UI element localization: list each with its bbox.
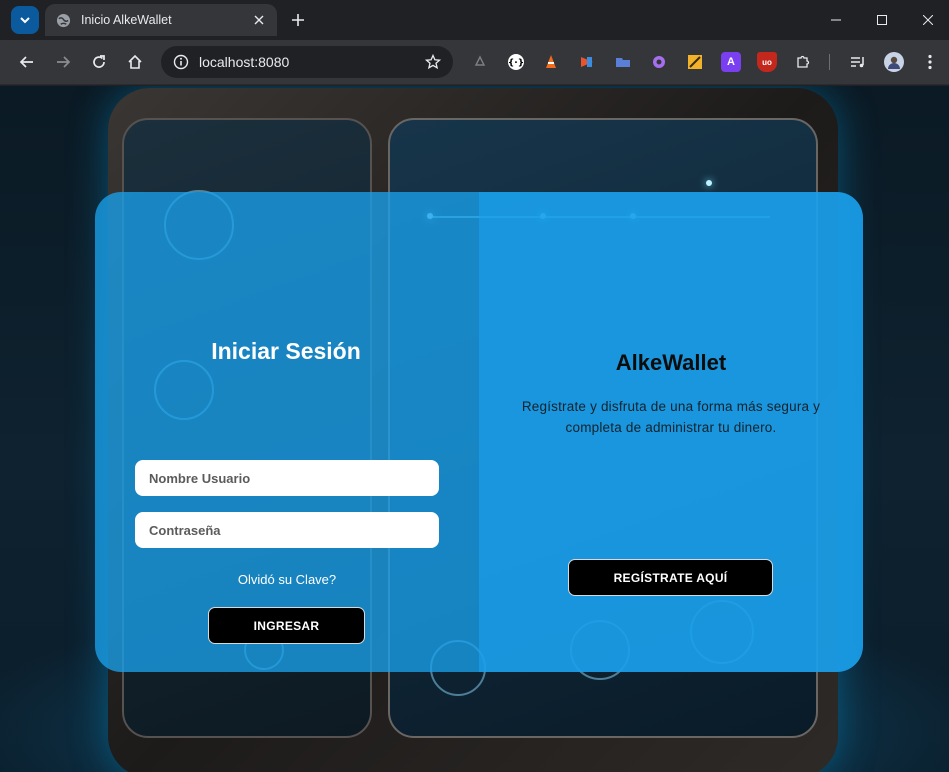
kebab-menu-icon[interactable]: [920, 52, 940, 72]
recycle-extension-icon[interactable]: [470, 52, 490, 72]
login-title: Iniciar Sesión: [211, 338, 361, 364]
arrow-right-icon: [57, 56, 71, 68]
page-viewport: Iniciar Sesión Olvidó su Clave? INGRESAR…: [0, 86, 949, 772]
ublock-extension-icon[interactable]: uo: [757, 52, 777, 72]
home-button[interactable]: [121, 48, 149, 76]
globe-icon: [55, 12, 71, 28]
login-panel: [95, 192, 479, 672]
minimize-icon: [831, 19, 841, 21]
arrow-left-icon: [19, 56, 33, 68]
login-button[interactable]: INGRESAR: [208, 607, 365, 644]
brand-title: AlkeWallet: [615, 350, 727, 375]
password-input[interactable]: [135, 512, 439, 548]
gear-extension-icon[interactable]: [649, 52, 669, 72]
pencil-extension-icon[interactable]: [685, 52, 705, 72]
username-input[interactable]: [135, 460, 439, 496]
a-extension-icon[interactable]: A: [721, 52, 741, 72]
puzzle-icon[interactable]: [793, 52, 813, 72]
forward-button[interactable]: [49, 48, 77, 76]
maximize-icon: [877, 15, 887, 25]
close-window-button[interactable]: [914, 6, 942, 34]
media-queue-icon[interactable]: [848, 52, 868, 72]
tab-strip: Inicio AlkeWallet: [0, 0, 949, 40]
browser-tab[interactable]: Inicio AlkeWallet: [45, 4, 277, 36]
folder-extension-icon[interactable]: [613, 52, 633, 72]
toolbar-divider: [829, 54, 830, 70]
login-card: Iniciar Sesión Olvidó su Clave? INGRESAR…: [95, 192, 863, 672]
forgot-password-link[interactable]: Olvidó su Clave?: [95, 572, 479, 587]
code-extension-icon[interactable]: {·}: [506, 52, 526, 72]
url-text[interactable]: localhost:8080: [199, 54, 423, 70]
address-bar[interactable]: localhost:8080: [161, 46, 453, 78]
reload-icon: [93, 55, 105, 68]
arrow-extension-icon[interactable]: [577, 52, 597, 72]
tab-search-button[interactable]: [11, 6, 39, 34]
browser-toolbar: localhost:8080 {·} A uo: [0, 40, 949, 85]
maximize-button[interactable]: [868, 6, 896, 34]
circuit-node: [706, 180, 712, 186]
reload-button[interactable]: [85, 48, 113, 76]
back-button[interactable]: [13, 48, 41, 76]
cone-extension-icon[interactable]: [541, 52, 561, 72]
avatar[interactable]: [884, 52, 904, 72]
info-icon[interactable]: [171, 52, 191, 72]
plus-icon: [292, 14, 304, 26]
register-button[interactable]: REGÍSTRATE AQUÍ: [568, 559, 773, 596]
home-icon: [128, 54, 142, 69]
svg-text:{·}: {·}: [508, 59, 524, 69]
minimize-button[interactable]: [822, 6, 850, 34]
close-window-icon: [923, 15, 933, 25]
tab-title: Inicio AlkeWallet: [81, 13, 172, 27]
chevron-down-icon: [20, 17, 30, 24]
brand-description: Regístrate y disfruta de una forma más s…: [521, 399, 821, 435]
new-tab-button[interactable]: [286, 8, 310, 32]
close-icon[interactable]: [251, 12, 267, 28]
star-icon[interactable]: [423, 52, 443, 72]
